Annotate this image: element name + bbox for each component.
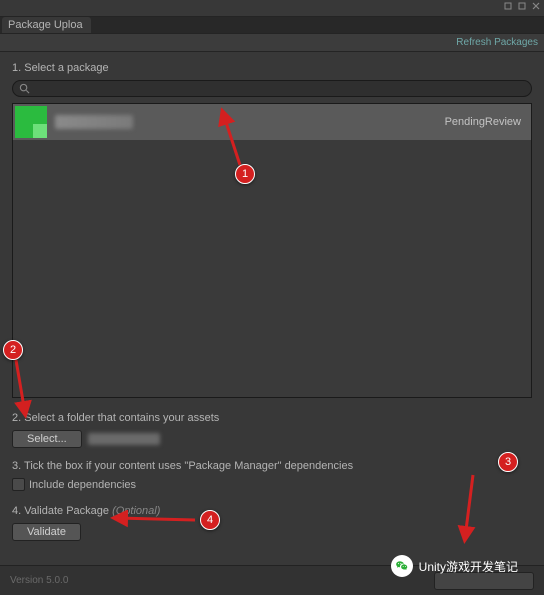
watermark-text: Unity游戏开发笔记	[419, 558, 518, 575]
annotation-badge-2: 2	[3, 340, 23, 360]
package-name-redacted	[55, 115, 133, 129]
include-dependencies-label: Include dependencies	[29, 479, 136, 491]
refresh-packages-link[interactable]: Refresh Packages	[456, 37, 538, 48]
window-controls	[503, 0, 541, 11]
annotation-badge-4: 4	[200, 510, 220, 530]
wechat-icon	[391, 555, 413, 577]
main-content: 1. Select a package PendingReview 2. Sel…	[0, 52, 544, 541]
validate-button[interactable]: Validate	[12, 523, 81, 541]
tab-row: Package Uploa	[0, 17, 544, 34]
annotation-badge-1: 1	[235, 164, 255, 184]
annotation-arrow-4	[110, 510, 200, 528]
search-field-wrap[interactable]	[12, 80, 532, 97]
package-row[interactable]: PendingReview	[13, 104, 531, 140]
package-list[interactable]: PendingReview	[12, 103, 532, 398]
package-icon	[15, 106, 47, 138]
include-dependencies-row: Include dependencies	[12, 478, 532, 491]
step2-controls: Select...	[12, 430, 532, 448]
tab-package-upload[interactable]: Package Uploa	[2, 17, 91, 33]
search-icon	[19, 83, 30, 94]
package-status-badge: PendingReview	[445, 116, 521, 128]
folder-path-redacted	[88, 433, 160, 445]
include-dependencies-checkbox[interactable]	[12, 478, 25, 491]
watermark: Unity游戏开发笔记	[391, 555, 518, 577]
select-folder-button[interactable]: Select...	[12, 430, 82, 448]
toolbar: Refresh Packages	[0, 34, 544, 52]
dropdown-icon[interactable]	[517, 1, 527, 11]
annotation-badge-3: 3	[498, 452, 518, 472]
step3-label: 3. Tick the box if your content uses "Pa…	[12, 460, 532, 472]
search-input[interactable]	[34, 83, 525, 95]
close-icon[interactable]	[531, 1, 541, 11]
annotation-arrow-2	[10, 355, 40, 420]
step2-label: 2. Select a folder that contains your as…	[12, 412, 532, 424]
step4-label: 4. Validate Package (Optional)	[12, 505, 532, 517]
step1-label: 1. Select a package	[12, 62, 532, 74]
version-label: Version 5.0.0	[10, 575, 68, 586]
annotation-arrow-3	[455, 470, 485, 545]
titlebar	[0, 0, 544, 17]
dropdown-icon[interactable]	[503, 1, 513, 11]
